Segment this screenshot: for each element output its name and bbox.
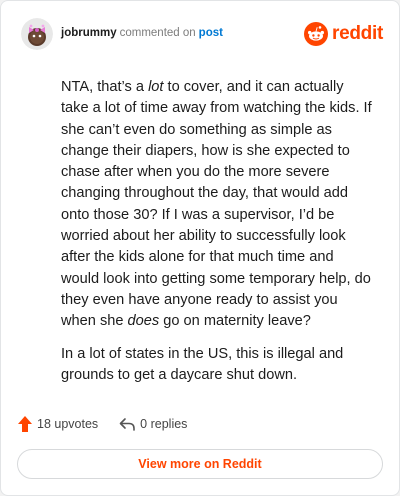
action-text: commented on <box>119 27 196 39</box>
reddit-brand-link[interactable]: reddit <box>304 20 383 48</box>
upvotes-stat[interactable]: 18 upvotes <box>18 416 98 432</box>
replies-stat[interactable]: 0 replies <box>119 417 187 431</box>
reddit-logo-icon <box>304 22 329 46</box>
upvotes-count: 18 upvotes <box>37 417 99 431</box>
comment-header: jobrummy commented on post reddit <box>21 18 383 50</box>
replies-count: 0 replies <box>140 417 188 431</box>
p1-text-middle: to cover, and it can actually take a lot… <box>61 79 372 330</box>
comment-footer: 18 upvotes 0 replies <box>18 414 208 434</box>
view-more-button[interactable]: View more on Reddit <box>17 449 383 479</box>
comment-paragraph-1: NTA, that’s a lot to cover, and it can a… <box>61 77 373 333</box>
p1-emphasis-lot: lot <box>148 79 164 95</box>
username-link[interactable]: jobrummy <box>61 27 117 39</box>
p1-text-end: go on maternity leave? <box>159 313 311 330</box>
reply-arrow-icon <box>119 418 135 431</box>
post-link[interactable]: post <box>199 27 223 39</box>
user-avatar[interactable] <box>21 18 53 50</box>
comment-meta: jobrummy commented on post <box>61 27 223 39</box>
upvote-arrow-icon <box>18 416 32 432</box>
avatar-icon <box>21 18 53 50</box>
reddit-wordmark: reddit <box>332 23 383 44</box>
comment-embed-card: jobrummy commented on post reddit NTA, tha… <box>0 0 400 496</box>
comment-body: NTA, that’s a lot to cover, and it can a… <box>61 77 373 397</box>
p1-emphasis-does: does <box>127 313 160 330</box>
comment-paragraph-2: In a lot of states in the US, this is il… <box>61 345 344 383</box>
p1-text-start: NTA, that’s a <box>61 79 149 95</box>
